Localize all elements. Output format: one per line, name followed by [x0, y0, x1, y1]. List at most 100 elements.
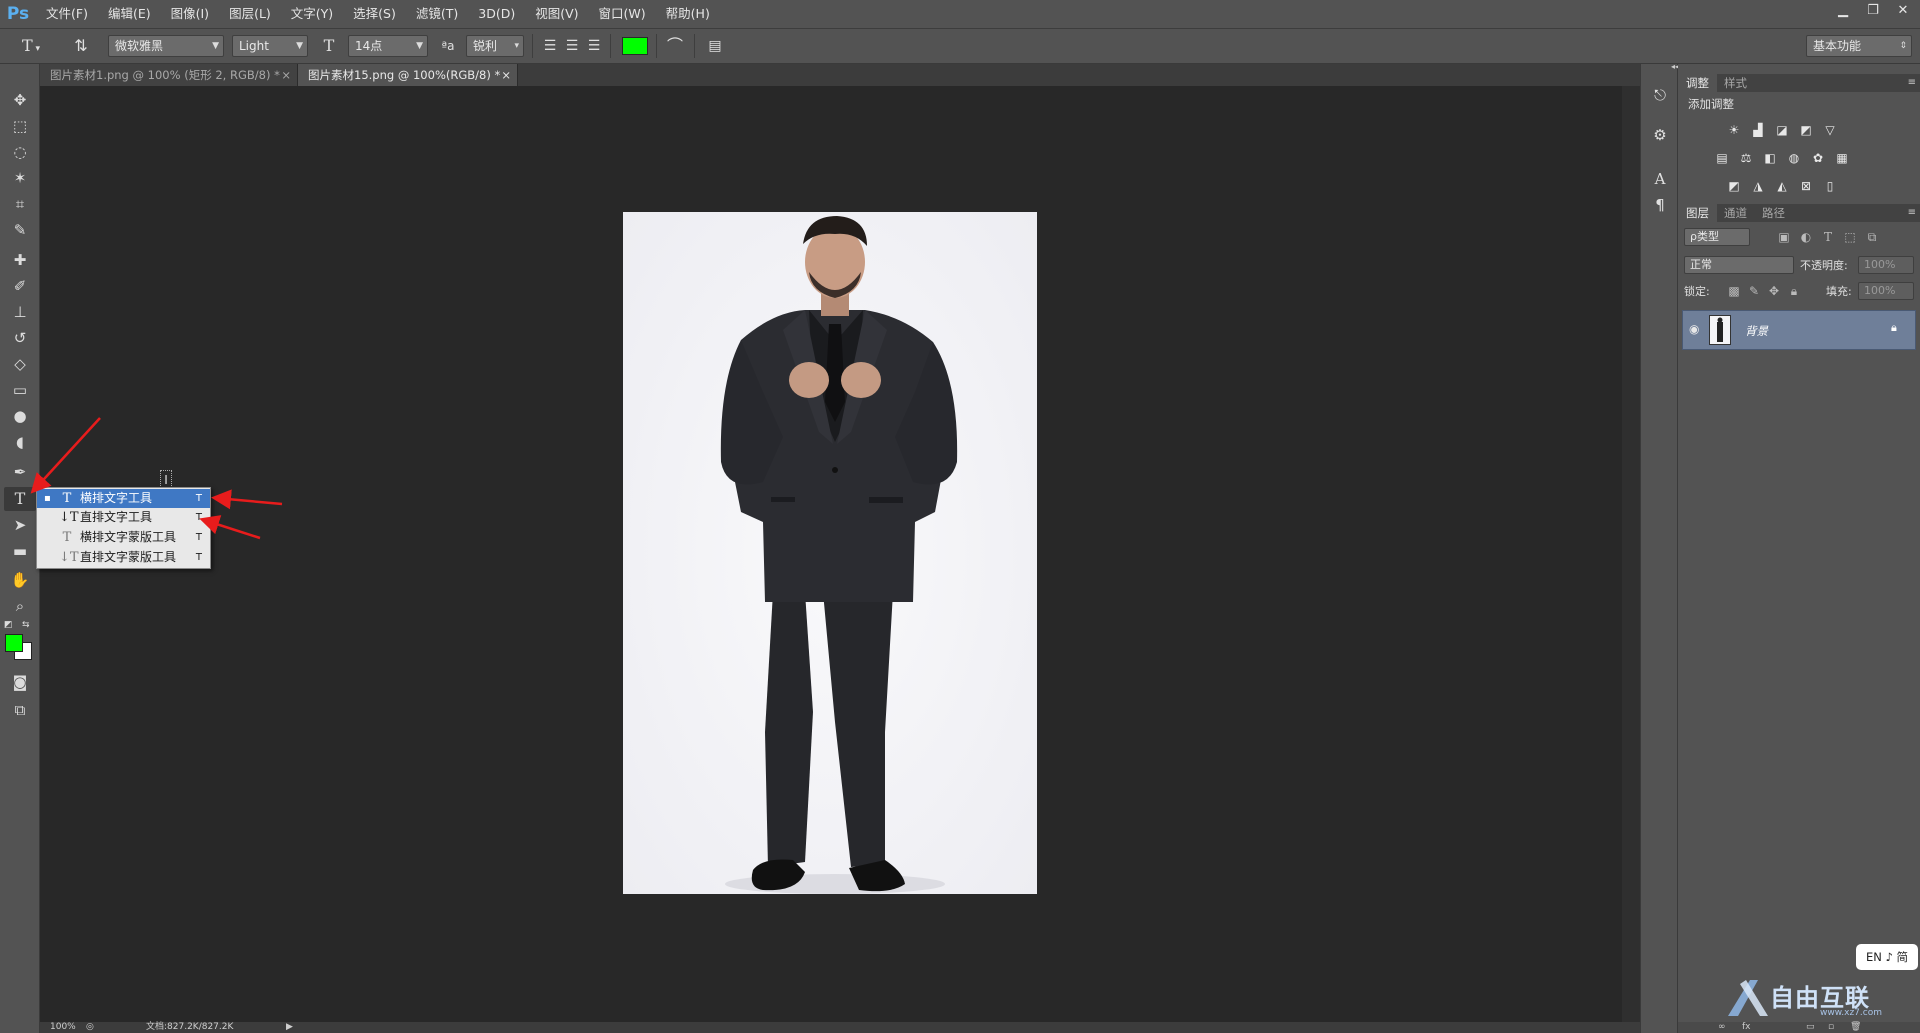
opacity-field[interactable]: 100% [1858, 256, 1914, 274]
filter-smart-object-icon[interactable]: ⧉ [1864, 229, 1880, 245]
filter-pixel-icon[interactable]: ▣ [1776, 229, 1792, 245]
text-color-swatch[interactable] [622, 37, 648, 55]
filter-type-icon[interactable]: T [1820, 229, 1836, 245]
opacity-value: 100% [1864, 258, 1896, 271]
menu-window[interactable]: 窗口(W) [589, 0, 656, 28]
default-colors-icon[interactable]: ◩ [4, 620, 13, 630]
layer-row[interactable]: ◉ 背景 🔒︎ [1682, 310, 1916, 350]
threshold-icon[interactable]: ◭ [1774, 178, 1790, 194]
character-panel-icon[interactable]: ▤ [704, 35, 726, 57]
collapse-icon[interactable]: ◂◂ [1641, 63, 1679, 71]
color-lookup-icon[interactable]: ▦ [1834, 150, 1850, 166]
new-layer-icon[interactable]: ▫ [1828, 1022, 1834, 1033]
menu-select[interactable]: 选择(S) [343, 0, 406, 28]
new-group-icon[interactable]: ▭ [1806, 1022, 1815, 1033]
ime-indicator[interactable]: EN ♪ 简 [1856, 944, 1918, 970]
align-left-icon[interactable]: ☰ [540, 35, 560, 57]
restore-icon[interactable]: ❐ [1862, 2, 1884, 20]
status-menu-arrow-icon[interactable]: ▶ [286, 1022, 293, 1033]
warp-text-icon[interactable]: ⌒ [664, 35, 686, 57]
hand-tool-icon[interactable]: ✋ [4, 568, 36, 592]
lock-image-icon[interactable]: ✎ [1746, 283, 1762, 299]
antialias-select[interactable]: 锐利 ▾ [466, 35, 524, 57]
filter-adjustment-icon[interactable]: ◐ [1798, 229, 1814, 245]
posterize-icon[interactable]: ◮ [1750, 178, 1766, 194]
color-balance-icon[interactable]: ⚖ [1738, 150, 1754, 166]
divider [610, 34, 611, 58]
align-center-icon[interactable]: ☰ [562, 35, 582, 57]
photo-filter-icon[interactable]: ◍ [1786, 150, 1802, 166]
layer-filter-select[interactable]: ρ类型 [1684, 228, 1750, 246]
black-white-icon[interactable]: ◧ [1762, 150, 1778, 166]
paragraph-panel-icon[interactable]: ¶ [1649, 194, 1671, 216]
annotation-arrows [30, 417, 283, 540]
workspace-value: 基本功能 [1813, 39, 1862, 53]
swap-colors-icon[interactable]: ⇆ [22, 620, 30, 630]
font-size-select[interactable]: 14点 ▼ [348, 35, 428, 57]
tab-styles[interactable]: 样式 [1716, 74, 1755, 92]
gradient-map-icon[interactable]: ▯ [1822, 178, 1838, 194]
visibility-eye-icon[interactable]: ◉ [1689, 322, 1699, 336]
lock-label: 锁定: [1684, 285, 1710, 298]
curves-icon[interactable]: ◪ [1774, 122, 1790, 138]
delete-layer-icon[interactable]: 🗑︎ [1850, 1022, 1861, 1033]
zoom-level[interactable]: 100% [50, 1022, 76, 1033]
character-panel-icon[interactable]: A [1649, 168, 1671, 190]
lock-transparent-icon[interactable]: ▩ [1726, 283, 1742, 299]
workspace-select[interactable]: 基本功能 ⇕ [1806, 35, 1912, 57]
invert-icon[interactable]: ◩ [1726, 178, 1742, 194]
close-icon[interactable]: ✕ [1892, 2, 1914, 20]
tab-adjustments[interactable]: 调整 [1678, 74, 1717, 92]
align-right-icon[interactable]: ☰ [584, 35, 604, 57]
layer-style-icon[interactable]: fx [1742, 1022, 1751, 1033]
window-controls: ▁ ❐ ✕ [1832, 2, 1914, 20]
chevron-down-icon: ▼ [416, 41, 423, 51]
layer-thumbnail-image [1717, 317, 1723, 342]
minimize-icon[interactable]: ▁ [1832, 2, 1854, 20]
properties-panel-icon[interactable]: ⚙ [1649, 124, 1671, 146]
fill-field[interactable]: 100% [1858, 282, 1914, 300]
foreground-color-swatch[interactable] [5, 634, 23, 652]
fill-label: 填充: [1826, 285, 1852, 298]
arrow-to-type-tool [30, 417, 101, 494]
document-size: 文档:827.2K/827.2K [146, 1022, 234, 1032]
layers-tabs: 图层 通道 路径 ≡ [1678, 204, 1920, 222]
opacity-label: 不透明度: [1800, 259, 1848, 272]
quick-mask-icon[interactable]: ◙ [4, 670, 36, 694]
arrow-to-horizontal-type [211, 489, 283, 510]
lock-all-icon[interactable]: 🔒︎ [1786, 283, 1802, 299]
link-layers-icon[interactable]: ∞ [1718, 1022, 1726, 1033]
menu-filter[interactable]: 滤镜(T) [406, 0, 468, 28]
document-image[interactable] [623, 212, 1037, 894]
filter-shape-icon[interactable]: ⬚ [1842, 229, 1858, 245]
screen-mode-icon[interactable]: ⧉ [4, 698, 36, 722]
close-icon[interactable]: × [501, 64, 511, 86]
tab-paths[interactable]: 路径 [1754, 204, 1793, 222]
tab-layers[interactable]: 图层 [1678, 204, 1717, 222]
vibrance-icon[interactable]: ▽ [1822, 122, 1838, 138]
vertical-scrollbar[interactable] [1622, 86, 1640, 1022]
zoom-tool-icon[interactable]: ⌕ [4, 594, 36, 618]
history-panel-icon[interactable]: ⎋ [1649, 84, 1671, 106]
font-size-value: 14点 [355, 39, 383, 53]
tab-channels[interactable]: 通道 [1716, 204, 1755, 222]
levels-icon[interactable]: ▟ [1750, 122, 1766, 138]
menu-help[interactable]: 帮助(H) [656, 0, 720, 28]
chevron-down-icon: ▾ [514, 41, 519, 51]
layer-name[interactable]: 背景 [1745, 323, 1768, 339]
exposure-icon[interactable]: ◩ [1798, 122, 1814, 138]
right-panels: 调整 样式 ≡ 添加调整 ☀ ▟ ◪ ◩ ▽ ▤ ⚖ ◧ ◍ ✿ ▦ ◩ ◮ ◭… [1678, 64, 1920, 1033]
hue-saturation-icon[interactable]: ▤ [1714, 150, 1730, 166]
tab-document-2[interactable]: 图片素材15.png @ 100%(RGB/8) * × [298, 64, 518, 86]
panel-menu-icon[interactable]: ≡ [1908, 74, 1916, 92]
lock-position-icon[interactable]: ✥ [1766, 283, 1782, 299]
menu-3d[interactable]: 3D(D) [468, 0, 525, 28]
panel-menu-icon[interactable]: ≡ [1908, 204, 1916, 222]
status-info-icon[interactable]: ◎ [86, 1022, 94, 1033]
channel-mixer-icon[interactable]: ✿ [1810, 150, 1826, 166]
blend-mode-select[interactable]: 正常 [1684, 256, 1794, 274]
selective-color-icon[interactable]: ⊠ [1798, 178, 1814, 194]
add-adjustment-title: 添加调整 [1688, 97, 1734, 111]
menu-view[interactable]: 视图(V) [525, 0, 588, 28]
brightness-contrast-icon[interactable]: ☀ [1726, 122, 1742, 138]
